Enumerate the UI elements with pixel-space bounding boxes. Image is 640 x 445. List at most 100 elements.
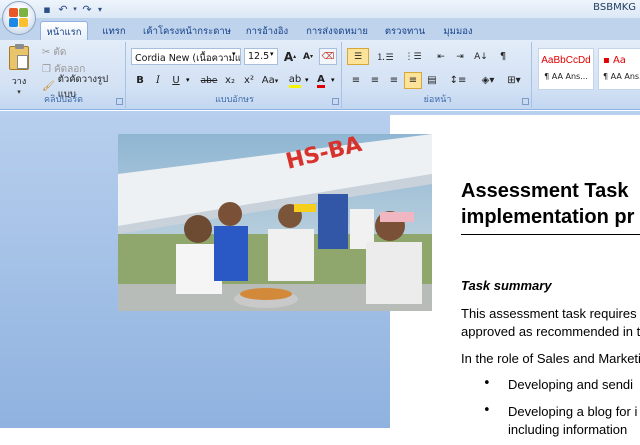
align-left-button[interactable]: ≡: [347, 72, 365, 89]
pilcrow-icon: ¶: [499, 51, 507, 62]
paragraph-group: ☰ ⒈☰ ⋮☰ ⇤ ⇥ A↓ ¶ ≡ ≡ ≡ ≡ ▤ ↕≡ ◈▾ ⊞▾ ย่อห…: [344, 42, 532, 108]
font-family-combo[interactable]: Cordia New (เนื้อความแบบ: [131, 48, 241, 65]
font-launcher-icon[interactable]: [332, 98, 339, 105]
paragraph-launcher-icon[interactable]: [522, 98, 529, 105]
highlight-button[interactable]: ab: [286, 72, 304, 89]
sort-button[interactable]: A↓: [472, 48, 490, 65]
quick-access-toolbar: ▪ ↶ ▾ ↷ ▾: [40, 1, 104, 17]
ribbon-tabs: หน้าแรก แทรก เค้าโครงหน้ากระดาษ การอ้างอ…: [0, 18, 640, 40]
borders-icon: ⊞▾: [507, 75, 521, 86]
show-formatting-button[interactable]: ¶: [494, 48, 512, 65]
style-name: ¶ AA Ans...: [603, 72, 640, 81]
eraser-icon: ⌫: [321, 51, 335, 62]
change-case-button[interactable]: Aa ▾: [259, 72, 281, 89]
bullet-2-line-1: Developing a blog for i: [508, 404, 638, 419]
clipboard-group: วาง ▾ ✂ ตัด ❐ คัดลอก 🖌 ตัวคัดวางรูปแบบ ค…: [2, 42, 126, 108]
tab-mailings[interactable]: การส่งจดหมาย: [300, 21, 374, 40]
paragraph-group-label: ย่อหน้า: [423, 95, 452, 105]
font-family-dropdown-icon[interactable]: ▾: [232, 50, 236, 58]
strikethrough-button[interactable]: abe: [198, 72, 220, 89]
subscript-button[interactable]: x₂: [221, 72, 239, 89]
undo-dropdown-icon[interactable]: ▾: [72, 5, 78, 13]
title-bar: ▪ ↶ ▾ ↷ ▾ BSBMKG: [0, 0, 640, 18]
bullets-button[interactable]: ☰: [347, 48, 369, 65]
justify-icon: ≡: [408, 75, 418, 86]
grow-font-button[interactable]: A ▴: [281, 48, 299, 65]
paragraph-2: In the role of Sales and Marketi: [461, 351, 640, 366]
decrease-indent-icon: ⇤: [437, 51, 445, 62]
format-painter-icon: 🖌: [42, 81, 55, 92]
superscript-button[interactable]: x²: [240, 72, 258, 89]
decrease-indent-button[interactable]: ⇤: [432, 48, 450, 65]
sort-icon: A↓: [474, 51, 488, 62]
numbering-button[interactable]: ⒈☰: [374, 48, 396, 65]
office-logo-icon: [9, 8, 29, 28]
distributed-icon: ▤: [427, 75, 437, 86]
window-title: BSBMKG: [593, 2, 636, 13]
font-family-value: Cordia New (เนื้อความแบบ: [135, 53, 241, 64]
scissors-icon: ✂: [42, 47, 51, 58]
tab-insert[interactable]: แทรก: [94, 21, 134, 40]
section-title: Task summary: [461, 278, 552, 293]
cut-label: ตัด: [53, 47, 67, 58]
font-group: Cordia New (เนื้อความแบบ ▾ 12.5 ▾ A▴ A▾ …: [128, 42, 342, 108]
paragraph-1-line-1: This assessment task requires: [461, 306, 637, 321]
font-color-button[interactable]: A: [312, 72, 330, 89]
clipboard-group-label: คลิปบอร์ด: [43, 95, 84, 105]
bullet-2-line-2: including information: [508, 422, 628, 437]
bullet-icon: •: [483, 403, 491, 418]
paragraph-1-line-2: approved as recommended in t: [461, 324, 640, 339]
clipboard-launcher-icon[interactable]: [116, 98, 123, 105]
paste-button[interactable]: วาง ▾: [6, 44, 32, 96]
justify-button[interactable]: ≡: [404, 72, 422, 89]
tab-view[interactable]: มุมมอง: [436, 21, 480, 40]
underline-dropdown-icon[interactable]: ▾: [186, 76, 190, 84]
font-size-value: 12.5: [248, 51, 270, 62]
undo-icon[interactable]: ↶: [56, 3, 70, 16]
numbering-icon: ⒈☰: [376, 53, 394, 63]
save-icon[interactable]: ▪: [40, 3, 54, 16]
tab-review[interactable]: ตรวจทาน: [380, 21, 430, 40]
multilevel-list-button[interactable]: ⋮☰: [402, 48, 424, 65]
style-gallery-item[interactable]: AaBbCcDd ¶ AA Ans...: [538, 48, 594, 90]
clear-formatting-button[interactable]: ⌫: [319, 48, 337, 65]
office-button[interactable]: [2, 1, 36, 35]
style-name: ¶ AA Ans...: [544, 72, 588, 81]
heading-rule: [461, 234, 640, 235]
cut-button[interactable]: ✂ ตัด: [42, 44, 66, 61]
bullet-icon: •: [483, 376, 491, 391]
redo-icon[interactable]: ↷: [80, 3, 94, 16]
increase-indent-button[interactable]: ⇥: [451, 48, 469, 65]
italic-button[interactable]: I: [149, 72, 167, 89]
photo-illustration: HS-BA: [118, 134, 432, 311]
align-right-icon: ≡: [389, 75, 399, 86]
heading-line-2: implementation pr: [461, 206, 635, 228]
paste-icon: [9, 44, 29, 70]
line-spacing-button[interactable]: ↕≡: [446, 72, 470, 89]
paint-bucket-icon: ◈▾: [481, 75, 495, 86]
customize-qat-icon[interactable]: ▾: [96, 5, 104, 14]
font-color-icon: A: [317, 74, 325, 88]
font-size-dropdown-icon[interactable]: ▾: [270, 50, 274, 58]
ribbon: วาง ▾ ✂ ตัด ❐ คัดลอก 🖌 ตัวคัดวางรูปแบบ ค…: [0, 40, 640, 110]
copy-icon: ❐: [42, 64, 51, 75]
paste-label: วาง: [11, 77, 27, 87]
borders-button[interactable]: ⊞▾: [502, 72, 526, 89]
underline-button[interactable]: U: [167, 72, 185, 89]
style-gallery-item[interactable]: ▪ Aa ¶ AA Ans...: [598, 48, 640, 90]
inserted-photo[interactable]: HS-BA: [118, 134, 432, 311]
tab-references[interactable]: การอ้างอิง: [240, 21, 294, 40]
bold-button[interactable]: B: [131, 72, 149, 89]
shrink-font-button[interactable]: A ▾: [299, 48, 317, 65]
tab-home[interactable]: หน้าแรก: [40, 21, 88, 40]
align-right-button[interactable]: ≡: [385, 72, 403, 89]
bullets-icon: ☰: [353, 51, 363, 62]
highlight-dropdown-icon[interactable]: ▾: [305, 76, 309, 84]
font-color-dropdown-icon[interactable]: ▾: [331, 76, 335, 84]
tab-page-layout[interactable]: เค้าโครงหน้ากระดาษ: [140, 21, 234, 40]
align-center-button[interactable]: ≡: [366, 72, 384, 89]
shading-button[interactable]: ◈▾: [476, 72, 500, 89]
distributed-button[interactable]: ▤: [423, 72, 441, 89]
heading-line-1: Assessment Task: [461, 180, 629, 202]
align-center-icon: ≡: [370, 75, 380, 86]
